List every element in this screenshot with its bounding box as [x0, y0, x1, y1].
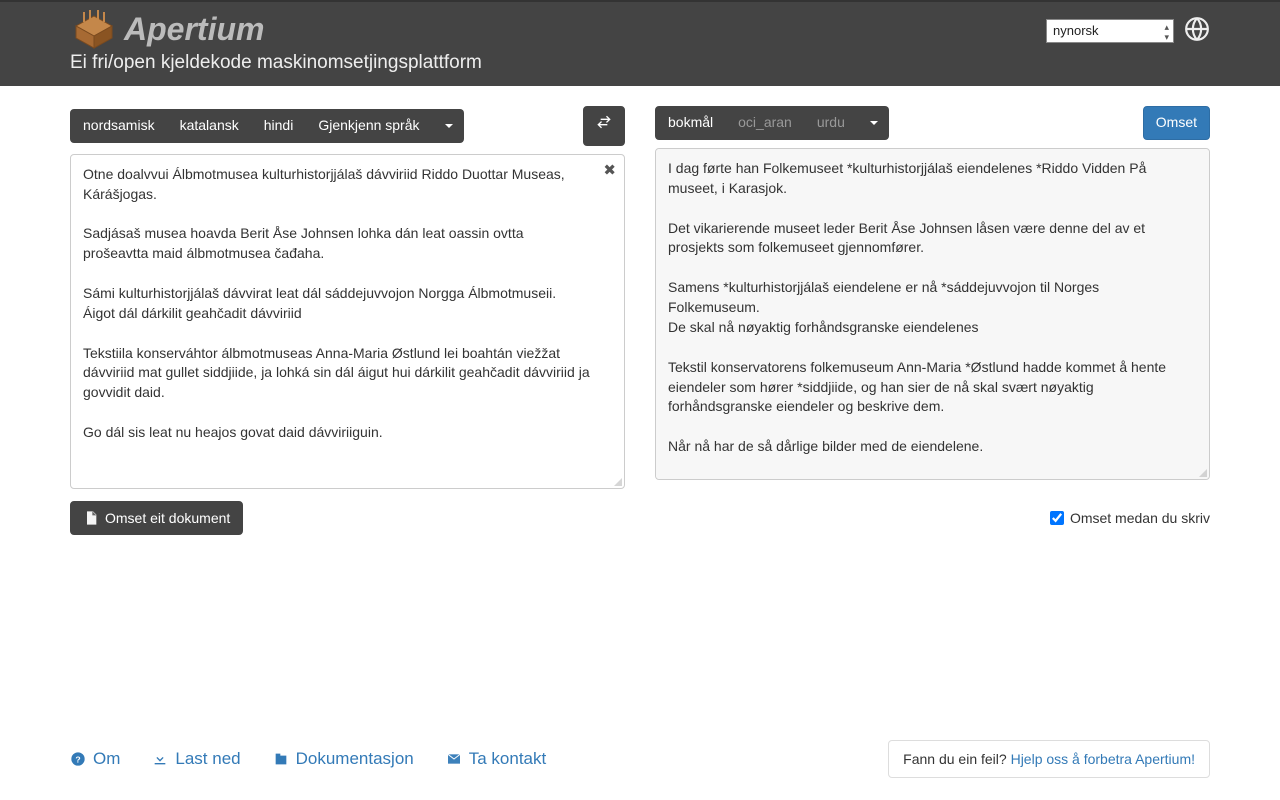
target-lang-dropdown[interactable]: [858, 106, 889, 140]
footer-link-about-label: Om: [93, 749, 120, 769]
globe-icon[interactable]: [1184, 16, 1210, 45]
footer-link-download[interactable]: Last ned: [152, 749, 240, 769]
footer-link-docs-label: Dokumentasjon: [296, 749, 414, 769]
bug-report-box: Fann du ein feil? Hjelp oss å forbetra A…: [888, 740, 1210, 778]
bug-report-link[interactable]: Hjelp oss å forbetra Apertium!: [1011, 751, 1195, 767]
source-textarea[interactable]: [71, 155, 624, 485]
source-panel: ✖: [70, 154, 625, 489]
clear-source-button[interactable]: ✖: [603, 161, 616, 179]
ui-language-value: nynorsk: [1053, 23, 1099, 38]
brand-name: Apertium: [124, 11, 264, 48]
translate-document-button[interactable]: Omset eit dokument: [70, 501, 243, 535]
source-lang-dropdown[interactable]: [433, 109, 464, 143]
source-lang-detect[interactable]: Gjenkjenn språk: [306, 109, 432, 143]
translate-button[interactable]: Omset: [1143, 106, 1210, 140]
instant-translate-toggle[interactable]: Omset medan du skriv: [1050, 510, 1210, 526]
source-lang-hindi[interactable]: hindi: [252, 109, 307, 143]
bug-prompt: Fann du ein feil?: [903, 751, 1007, 767]
brand-block: Apertium Ei fri/open kjeldekode maskinom…: [70, 8, 482, 74]
ui-language-select[interactable]: nynorsk ▴▾: [1046, 19, 1174, 43]
footer-link-download-label: Last ned: [175, 749, 240, 769]
swap-languages-button[interactable]: [583, 106, 625, 146]
footer-link-contact-label: Ta kontakt: [469, 749, 547, 769]
instant-translate-label: Omset medan du skriv: [1070, 510, 1210, 526]
source-lang-katalansk[interactable]: katalansk: [168, 109, 252, 143]
target-lang-bokmal[interactable]: bokmål: [655, 106, 726, 140]
target-lang-oci-aran[interactable]: oci_aran: [726, 106, 805, 140]
instant-translate-checkbox[interactable]: [1050, 511, 1064, 525]
resize-handle-icon[interactable]: [612, 476, 622, 486]
header: Apertium Ei fri/open kjeldekode maskinom…: [0, 0, 1280, 86]
translate-document-label: Omset eit dokument: [105, 510, 230, 526]
footer-link-docs[interactable]: Dokumentasjon: [273, 749, 414, 769]
tagline: Ei fri/open kjeldekode maskinomsetjingsp…: [70, 52, 482, 74]
source-language-group: nordsamisk katalansk hindi Gjenkjenn spr…: [70, 109, 464, 143]
translation-row: nordsamisk katalansk hindi Gjenkjenn spr…: [70, 106, 1210, 489]
footer-link-about[interactable]: ? Om: [70, 749, 120, 769]
resize-handle-icon[interactable]: [1197, 467, 1207, 477]
svg-text:?: ?: [75, 754, 80, 764]
footer-link-contact[interactable]: Ta kontakt: [446, 749, 547, 769]
source-lang-nordsamisk[interactable]: nordsamisk: [70, 109, 168, 143]
target-language-group: bokmål oci_aran urdu: [655, 106, 889, 140]
target-panel: I dag førte han Folkemuseet *kulturhisto…: [655, 148, 1210, 480]
logo-icon: [70, 8, 118, 50]
target-lang-urdu[interactable]: urdu: [805, 106, 858, 140]
footer: ? Om Last ned Dokumentasjon Ta kontakt F…: [0, 722, 1280, 800]
target-output: I dag førte han Folkemuseet *kulturhisto…: [656, 149, 1209, 479]
